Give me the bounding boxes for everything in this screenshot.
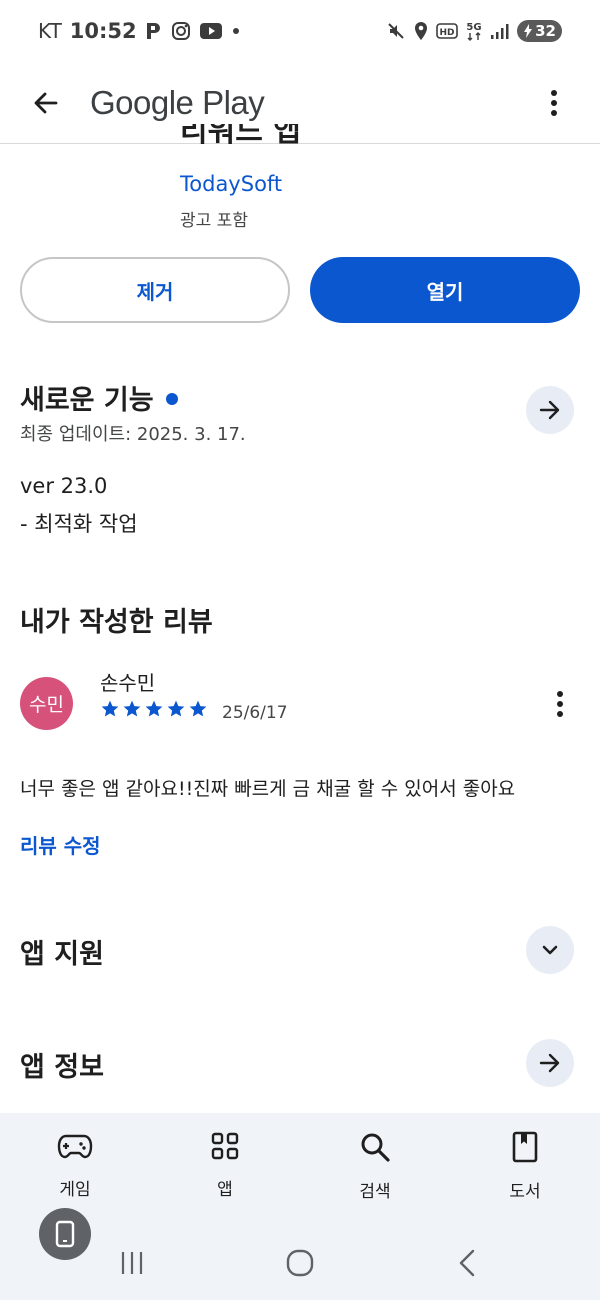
app-title-partial: 리워드 앱: [180, 124, 301, 149]
version-text: ver 23.0: [20, 474, 108, 498]
status-bar: KT 10:52 HD 5G 32: [0, 0, 600, 62]
nav-label-search: 검색: [359, 1182, 391, 1202]
chevron-down-icon: [542, 945, 558, 955]
app-support-expand-button[interactable]: [526, 926, 574, 974]
carrier-label: KT: [38, 19, 62, 43]
arrow-back-icon: [34, 92, 58, 113]
search-icon: [361, 1133, 390, 1162]
update-note: - 최적화 작업: [20, 512, 138, 536]
open-button[interactable]: 열기: [310, 257, 580, 323]
home-icon: [286, 1249, 314, 1277]
instagram-icon: [171, 21, 191, 41]
bottom-navigation: 게임 앱 검색 도서: [0, 1113, 600, 1223]
developer-link[interactable]: TodaySoft: [180, 172, 282, 196]
p-app-icon: [145, 21, 163, 41]
nav-item-books[interactable]: 도서: [450, 1113, 600, 1223]
review-more-button[interactable]: [540, 682, 580, 726]
whats-new-arrow-button[interactable]: [526, 386, 574, 434]
book-icon: [512, 1131, 538, 1163]
arrow-forward-icon: [539, 1053, 560, 1073]
chevron-left-icon: [459, 1249, 475, 1277]
svg-text:HD: HD: [440, 28, 455, 38]
reviewer-name: 손수민: [100, 671, 156, 695]
app-bar-title: Google Play: [90, 83, 265, 121]
star-icon: [189, 700, 207, 717]
overflow-menu-button[interactable]: [534, 79, 574, 127]
battery-indicator: 32: [517, 20, 562, 42]
review-text: 너무 좋은 앱 같아요!!진짜 빠르게 금 채굴 할 수 있어서 좋아요: [20, 778, 516, 800]
recents-icon: [121, 1252, 143, 1274]
nav-item-apps[interactable]: 앱: [150, 1113, 300, 1223]
svg-text:5G: 5G: [467, 22, 482, 33]
whats-new-heading: 새로운 기능: [20, 378, 178, 417]
more-vert-icon: [551, 89, 557, 116]
star-icon: [167, 700, 185, 717]
gamepad-icon: [57, 1134, 93, 1159]
avatar: 수민: [20, 677, 73, 730]
apps-grid-icon: [211, 1132, 239, 1160]
star-icon: [123, 700, 141, 717]
phone-icon: [55, 1220, 75, 1248]
arrow-forward-icon: [539, 400, 560, 420]
hd-icon: HD: [436, 23, 458, 39]
floating-overlay-button[interactable]: [39, 1208, 91, 1260]
nav-label-games: 게임: [59, 1180, 91, 1200]
notification-dot-icon: [231, 26, 241, 36]
nav-item-search[interactable]: 검색: [300, 1113, 450, 1223]
uninstall-button[interactable]: 제거: [20, 257, 290, 323]
star-icon: [101, 700, 119, 717]
youtube-icon: [199, 22, 223, 40]
ads-label: 광고 포함: [180, 211, 248, 231]
more-vert-icon: [557, 691, 563, 717]
last-updated: 최종 업데이트: 2025. 3. 17.: [20, 424, 246, 445]
nav-label-apps: 앱: [217, 1180, 233, 1200]
app-support-heading[interactable]: 앱 지원: [20, 932, 104, 971]
app-info-heading[interactable]: 앱 정보: [20, 1045, 104, 1084]
star-rating: [100, 699, 208, 719]
location-icon: [413, 21, 429, 41]
signal-icon: [490, 22, 510, 40]
mute-icon: [386, 21, 406, 41]
system-back-button[interactable]: [448, 1243, 488, 1283]
whats-new-title: 새로운 기능: [20, 385, 154, 416]
nav-label-books: 도서: [509, 1182, 541, 1202]
charging-bolt-icon: [524, 24, 533, 38]
review-date: 25/6/17: [222, 703, 288, 723]
home-button[interactable]: [280, 1243, 320, 1283]
star-icon: [145, 700, 163, 717]
battery-level: 32: [535, 22, 556, 40]
recent-apps-button[interactable]: [112, 1243, 152, 1283]
edit-review-link[interactable]: 리뷰 수정: [20, 830, 101, 859]
network-5g-icon: 5G: [465, 20, 483, 42]
clock: 10:52: [69, 19, 137, 43]
app-info-arrow-button[interactable]: [526, 1039, 574, 1087]
my-review-heading: 내가 작성한 리뷰: [20, 607, 213, 638]
new-indicator-dot: [165, 392, 178, 405]
back-button[interactable]: [22, 79, 70, 127]
nav-item-games[interactable]: 게임: [0, 1113, 150, 1223]
